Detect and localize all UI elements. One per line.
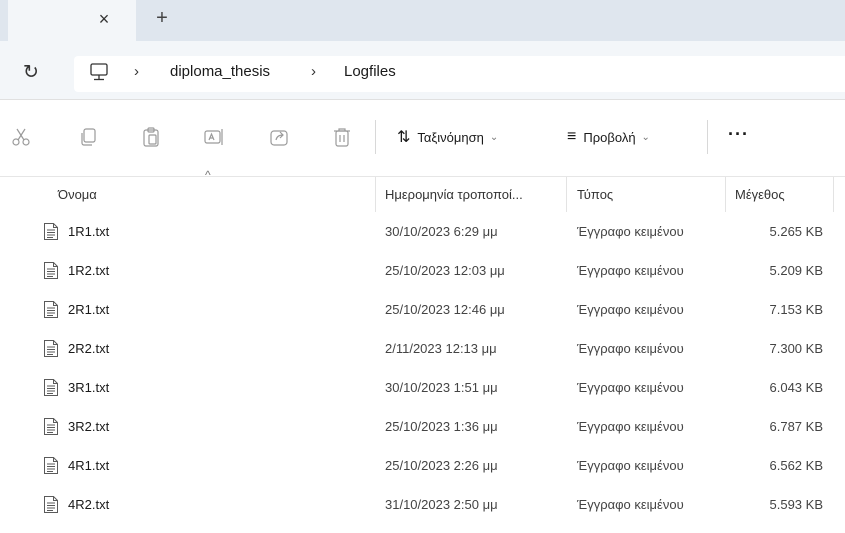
file-size: 5.209 KB: [769, 263, 824, 278]
file-name: 2R2.txt: [68, 341, 110, 356]
delete-icon[interactable]: [331, 126, 353, 148]
chevron-down-icon: ⌄: [489, 131, 499, 143]
file-date: 2/11/2023 12:13 μμ: [385, 341, 497, 356]
plus-icon[interactable]: +: [150, 6, 174, 30]
file-date: 25/10/2023 12:46 μμ: [385, 302, 505, 317]
column-divider[interactable]: [375, 177, 376, 212]
share-icon[interactable]: [268, 126, 290, 148]
tab-active[interactable]: [8, 0, 136, 41]
text-file-icon: [43, 417, 59, 436]
sort-indicator-icon: ^: [205, 168, 211, 182]
text-file-icon: [43, 339, 59, 358]
file-type: Έγγραφο κειμένου: [577, 419, 684, 434]
file-name: 4R2.txt: [68, 497, 110, 512]
text-file-icon: [43, 495, 59, 514]
file-date: 25/10/2023 1:36 μμ: [385, 419, 498, 434]
file-date: 25/10/2023 2:26 μμ: [385, 458, 498, 473]
file-type: Έγγραφο κειμένου: [577, 263, 684, 278]
text-file-icon: [43, 222, 59, 241]
text-file-icon: [43, 300, 59, 319]
file-name: 3R2.txt: [68, 419, 110, 434]
table-row[interactable]: 1R1.txt 30/10/2023 6:29 μμ Έγγραφο κειμένο…: [0, 212, 845, 251]
column-header-date[interactable]: Ημερομηνία τροποποί...: [385, 187, 523, 202]
command-separator: [375, 120, 376, 154]
sort-icon: ⇅: [397, 129, 411, 146]
command-separator: [707, 120, 708, 154]
file-type: Έγγραφο κειμένου: [577, 497, 684, 512]
table-row[interactable]: 4R2.txt 31/10/2023 2:50 μμ Έγγραφο κειμένο…: [0, 485, 845, 524]
file-name: 4R1.txt: [68, 458, 110, 473]
paste-icon[interactable]: [140, 126, 162, 148]
file-size: 6.787 KB: [769, 419, 824, 434]
sort-label: Ταξινόμηση: [417, 129, 484, 145]
table-row[interactable]: 2R2.txt 2/11/2023 12:13 μμ Έγγραφο κειμένο…: [0, 329, 845, 368]
file-date: 30/10/2023 6:29 μμ: [385, 224, 498, 239]
file-type: Έγγραφο κειμένου: [577, 302, 684, 317]
breadcrumb-separator[interactable]: ›: [311, 63, 316, 80]
file-date: 31/10/2023 2:50 μμ: [385, 497, 498, 512]
file-size: 5.593 KB: [769, 497, 824, 512]
file-size: 6.043 KB: [769, 380, 824, 395]
text-file-icon: [43, 378, 59, 397]
table-row[interactable]: 3R1.txt 30/10/2023 1:51 μμ Έγγραφο κειμένο…: [0, 368, 845, 407]
breadcrumb-separator[interactable]: ›: [134, 63, 139, 80]
view-button[interactable]: ≡ Προβολή ⌄: [567, 126, 650, 148]
file-name: 2R1.txt: [68, 302, 110, 317]
text-file-icon: [43, 261, 59, 280]
breadcrumb-diploma-thesis[interactable]: diploma_thesis: [170, 63, 270, 80]
file-type: Έγγραφο κειμένου: [577, 380, 684, 395]
computer-icon[interactable]: [88, 61, 110, 83]
view-label: Προβολή: [583, 129, 636, 145]
table-row[interactable]: 4R1.txt 25/10/2023 2:26 μμ Έγγραφο κειμένο…: [0, 446, 845, 485]
text-file-icon: [43, 456, 59, 475]
column-header-name[interactable]: Όνομα: [58, 187, 97, 202]
breadcrumb-logfiles[interactable]: Logfiles: [344, 63, 396, 80]
file-date: 25/10/2023 12:03 μμ: [385, 263, 505, 278]
file-size: 7.153 KB: [769, 302, 824, 317]
file-size: 5.265 KB: [769, 224, 824, 239]
column-header-size[interactable]: Μέγεθος: [735, 187, 785, 202]
file-date: 30/10/2023 1:51 μμ: [385, 380, 498, 395]
sort-button[interactable]: ⇅ Ταξινόμηση ⌄: [397, 126, 498, 148]
file-size: 7.300 KB: [769, 341, 824, 356]
copy-icon[interactable]: [77, 126, 99, 148]
column-divider[interactable]: [725, 177, 726, 212]
view-icon: ≡: [567, 128, 577, 145]
file-type: Έγγραφο κειμένου: [577, 341, 684, 356]
file-type: Έγγραφο κειμένου: [577, 224, 684, 239]
close-icon[interactable]: ×: [93, 8, 115, 30]
chevron-down-icon: ⌄: [641, 131, 650, 143]
file-name: 3R1.txt: [68, 380, 110, 395]
table-row[interactable]: 2R1.txt 25/10/2023 12:46 μμ Έγγραφο κειμέν…: [0, 290, 845, 329]
table-row[interactable]: 1R2.txt 25/10/2023 12:03 μμ Έγγραφο κειμέν…: [0, 251, 845, 290]
more-options-icon[interactable]: ···: [728, 124, 749, 145]
column-divider[interactable]: [833, 177, 834, 212]
file-name: 1R2.txt: [68, 263, 110, 278]
file-type: Έγγραφο κειμένου: [577, 458, 684, 473]
table-row[interactable]: 3R2.txt 25/10/2023 1:36 μμ Έγγραφο κειμένο…: [0, 407, 845, 446]
column-header-type[interactable]: Τύπος: [577, 187, 613, 202]
column-divider[interactable]: [566, 177, 567, 212]
file-name: 1R1.txt: [68, 224, 110, 239]
refresh-icon[interactable]: ↻: [19, 61, 43, 85]
rename-icon[interactable]: [203, 126, 225, 148]
cut-icon[interactable]: [10, 126, 32, 148]
file-size: 6.562 KB: [769, 458, 824, 473]
